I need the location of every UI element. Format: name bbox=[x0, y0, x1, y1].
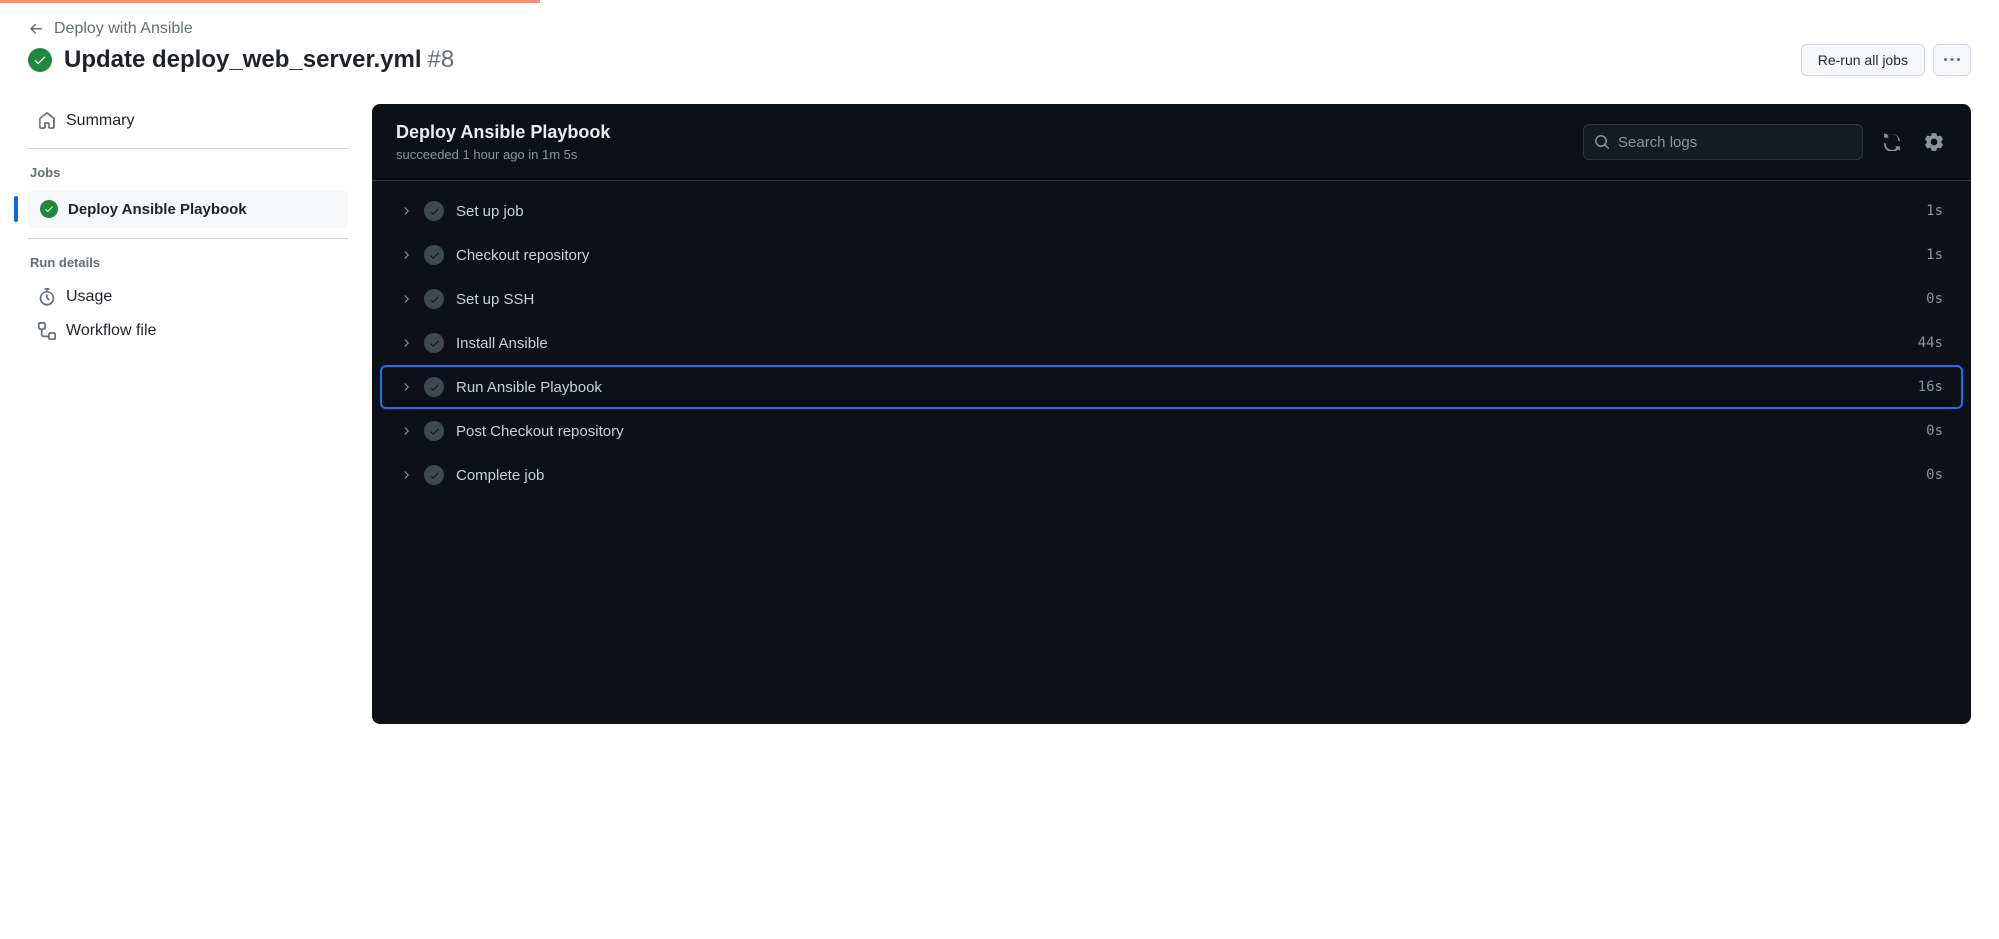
page-loading-bar bbox=[0, 0, 540, 3]
gear-icon bbox=[1925, 133, 1943, 151]
search-icon bbox=[1594, 134, 1610, 150]
page-title: Update deploy_web_server.yml #8 bbox=[64, 46, 454, 74]
more-actions-button[interactable] bbox=[1933, 44, 1971, 76]
chevron-right-icon bbox=[400, 205, 412, 217]
chevron-right-icon bbox=[400, 425, 412, 437]
chevron-right-icon bbox=[400, 293, 412, 305]
step-name: Set up job bbox=[456, 203, 1914, 220]
step-name: Install Ansible bbox=[456, 335, 1906, 352]
step-status-success-icon bbox=[424, 421, 444, 441]
step-status-success-icon bbox=[424, 465, 444, 485]
chevron-right-icon bbox=[400, 381, 412, 393]
step-row[interactable]: Checkout repository 1s bbox=[380, 233, 1963, 277]
step-status-success-icon bbox=[424, 245, 444, 265]
step-status-success-icon bbox=[424, 289, 444, 309]
step-status-success-icon bbox=[424, 201, 444, 221]
search-logs-input[interactable] bbox=[1618, 134, 1852, 151]
sync-icon bbox=[1883, 133, 1901, 151]
divider bbox=[28, 148, 348, 149]
refresh-logs-button[interactable] bbox=[1879, 129, 1905, 155]
step-row[interactable]: Run Ansible Playbook 16s bbox=[380, 365, 1963, 409]
step-name: Complete job bbox=[456, 467, 1914, 484]
step-name: Post Checkout repository bbox=[456, 423, 1914, 440]
divider bbox=[28, 238, 348, 239]
step-status-success-icon bbox=[424, 333, 444, 353]
sidebar-job-deploy-ansible-playbook[interactable]: Deploy Ansible Playbook bbox=[28, 190, 348, 228]
log-subtitle: succeeded 1 hour ago in 1m 5s bbox=[396, 147, 610, 162]
chevron-right-icon bbox=[400, 337, 412, 349]
step-duration: 0s bbox=[1926, 467, 1943, 483]
step-row[interactable]: Complete job 0s bbox=[380, 453, 1963, 497]
stopwatch-icon bbox=[38, 288, 56, 306]
log-panel: Deploy Ansible Playbook succeeded 1 hour… bbox=[372, 104, 1971, 724]
kebab-icon bbox=[1944, 52, 1960, 68]
sidebar-item-summary[interactable]: Summary bbox=[28, 104, 348, 138]
step-duration: 1s bbox=[1926, 203, 1943, 219]
sidebar-item-workflow-file[interactable]: Workflow file bbox=[28, 314, 348, 348]
run-title-text: Update deploy_web_server.yml bbox=[64, 46, 422, 74]
log-settings-button[interactable] bbox=[1921, 129, 1947, 155]
arrow-left-icon bbox=[28, 21, 44, 37]
step-name: Checkout repository bbox=[456, 247, 1914, 264]
sidebar-item-usage[interactable]: Usage bbox=[28, 280, 348, 314]
sidebar: Summary Jobs Deploy Ansible Playbook Run… bbox=[28, 104, 348, 724]
home-icon bbox=[38, 112, 56, 130]
step-duration: 16s bbox=[1918, 379, 1943, 395]
step-duration: 0s bbox=[1926, 291, 1943, 307]
step-row[interactable]: Set up job 1s bbox=[380, 189, 1963, 233]
sidebar-item-label: Usage bbox=[66, 288, 112, 306]
step-row[interactable]: Post Checkout repository 0s bbox=[380, 409, 1963, 453]
run-status-success-icon bbox=[28, 48, 52, 72]
log-title: Deploy Ansible Playbook bbox=[396, 122, 610, 143]
rerun-all-jobs-button[interactable]: Re-run all jobs bbox=[1801, 44, 1925, 76]
step-duration: 0s bbox=[1926, 423, 1943, 439]
sidebar-item-label: Workflow file bbox=[66, 322, 156, 340]
step-duration: 1s bbox=[1926, 247, 1943, 263]
sidebar-job-label: Deploy Ansible Playbook bbox=[68, 201, 247, 218]
workflow-icon bbox=[38, 322, 56, 340]
step-row[interactable]: Set up SSH 0s bbox=[380, 277, 1963, 321]
step-duration: 44s bbox=[1918, 335, 1943, 351]
step-name: Run Ansible Playbook bbox=[456, 379, 1906, 396]
sidebar-section-jobs: Jobs bbox=[28, 165, 348, 180]
chevron-right-icon bbox=[400, 469, 412, 481]
sidebar-section-run-details: Run details bbox=[28, 255, 348, 270]
step-row[interactable]: Install Ansible 44s bbox=[380, 321, 1963, 365]
sidebar-item-label: Summary bbox=[66, 112, 134, 130]
search-logs-field[interactable] bbox=[1583, 124, 1863, 160]
chevron-right-icon bbox=[400, 249, 412, 261]
run-number: #8 bbox=[428, 46, 455, 74]
step-name: Set up SSH bbox=[456, 291, 1914, 308]
job-status-success-icon bbox=[40, 200, 58, 218]
step-status-success-icon bbox=[424, 377, 444, 397]
breadcrumb: Deploy with Ansible bbox=[28, 20, 1971, 38]
breadcrumb-workflow-link[interactable]: Deploy with Ansible bbox=[54, 20, 193, 38]
